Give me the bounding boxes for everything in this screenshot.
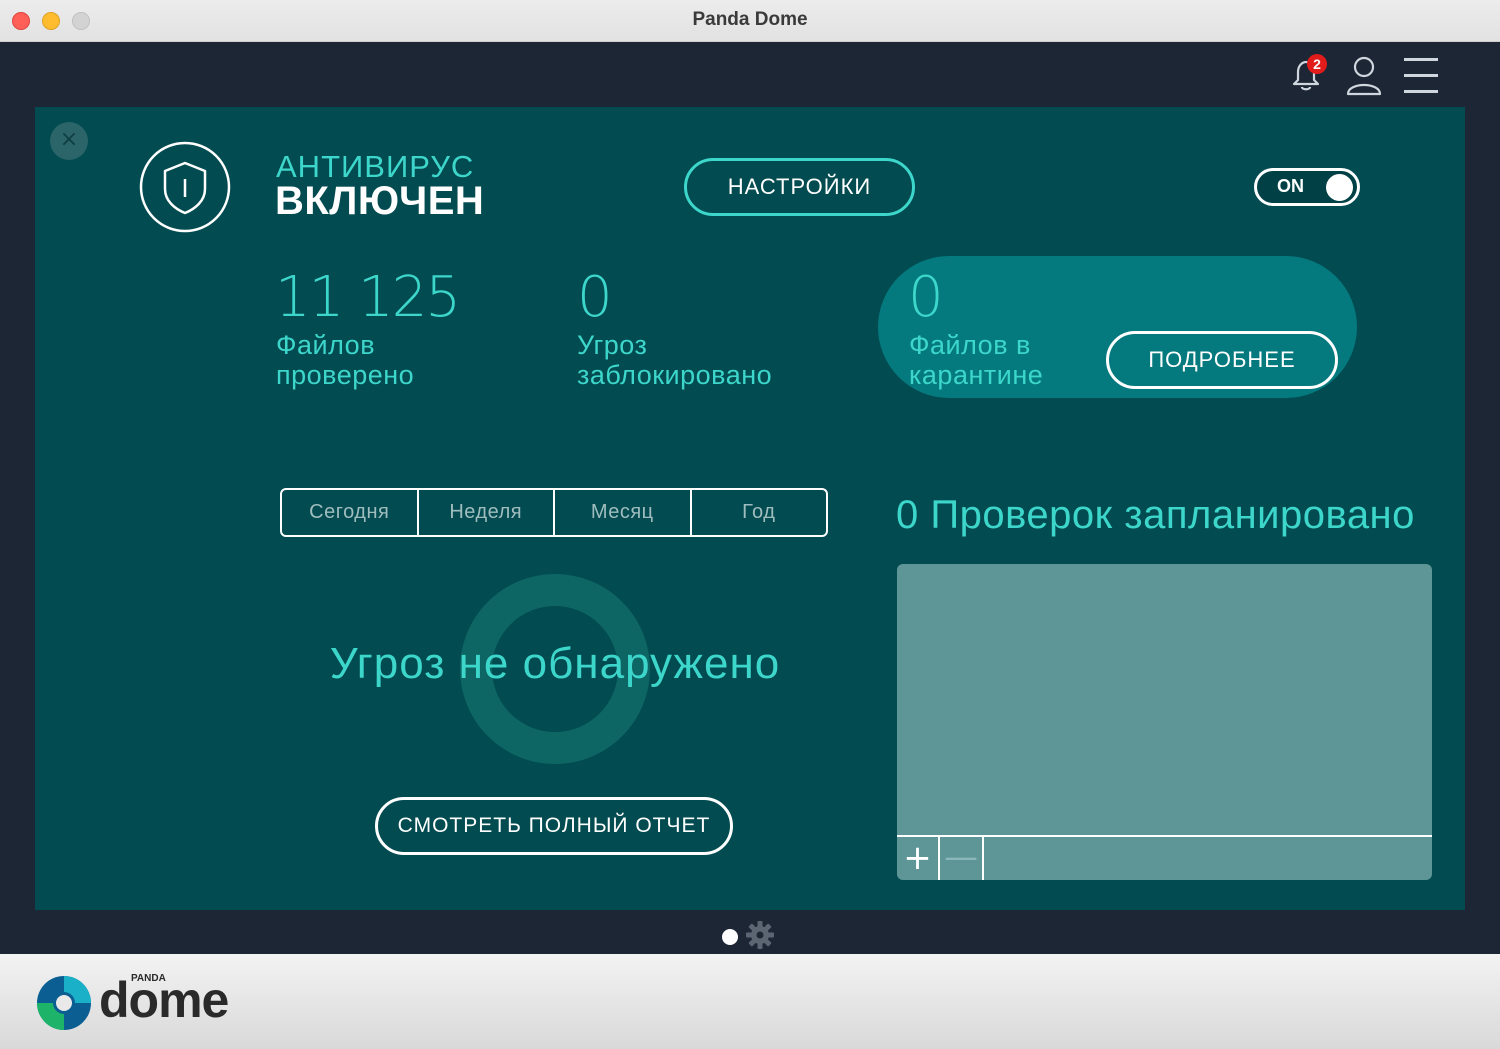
scheduled-scans-list[interactable]: + — [897,564,1432,880]
notification-count-badge: 2 [1307,54,1327,74]
close-panel-button[interactable]: × [50,122,88,160]
close-icon: × [59,127,79,152]
toggle-label: ON [1277,176,1304,196]
full-report-button[interactable]: СМОТРЕТЬ ПОЛНЫЙ ОТЧЕТ [375,797,733,855]
gear-icon[interactable] [744,919,776,951]
hamburger-menu-icon[interactable] [1404,56,1438,96]
toggle-knob [1326,174,1353,201]
minus-icon: — [944,837,978,877]
threats-blocked-count: 0 [577,265,613,330]
panda-logo-icon [37,976,91,1030]
tab-today[interactable]: Сегодня [282,490,419,535]
period-tabs: Сегодня Неделя Месяц Год [280,488,828,537]
files-scanned-label-line2: проверено [276,360,415,390]
files-scanned-label-line1: Файлов [276,330,376,360]
antivirus-status: ВКЛЮЧЕН [275,179,485,223]
no-threats-message: Угроз не обнаружено [329,639,781,688]
tab-month[interactable]: Месяц [555,490,692,535]
files-scanned-count: 11 125 [275,265,461,330]
window-title: Panda Dome [692,9,808,30]
quarantine-label-line1: Файлов в [909,330,1031,360]
footer-bar: PANDA dome [0,954,1500,1049]
threats-blocked-label: Угроз заблокировано [577,330,772,390]
quarantine-details-button[interactable]: ПОДРОБНЕЕ [1106,331,1338,389]
window-titlebar: Panda Dome [0,0,1500,42]
antivirus-toggle[interactable]: ON [1254,168,1360,206]
threats-blocked-label-line1: Угроз [577,330,648,360]
files-scanned-label: Файлов проверено [276,330,414,390]
quarantine-count: 0 [908,265,944,330]
user-account-icon[interactable] [1344,54,1384,98]
scheduled-scans-title: 0 Проверок запланировано [896,493,1415,537]
settings-button[interactable]: НАСТРОЙКИ [684,158,915,216]
shield-icon [139,141,231,233]
app-content: 2 × АНТИВИРУС ВКЛЮЧЕН НАСТРОЙКИ ON 11 12… [0,42,1500,954]
remove-scan-button[interactable]: — [940,837,984,880]
plus-icon: + [903,838,932,878]
tab-year[interactable]: Год [692,490,827,535]
tab-week[interactable]: Неделя [419,490,555,535]
threats-blocked-label-line2: заблокировано [577,360,773,390]
antivirus-panel: × АНТИВИРУС ВКЛЮЧЕН НАСТРОЙКИ ON 11 125 … [35,107,1465,910]
page-dot-active[interactable] [722,929,738,945]
add-scan-button[interactable]: + [897,837,940,880]
quarantine-label-line2: карантине [909,360,1044,390]
quarantine-label: Файлов в карантине [909,330,1043,390]
brand-wordmark: dome [99,972,229,1028]
